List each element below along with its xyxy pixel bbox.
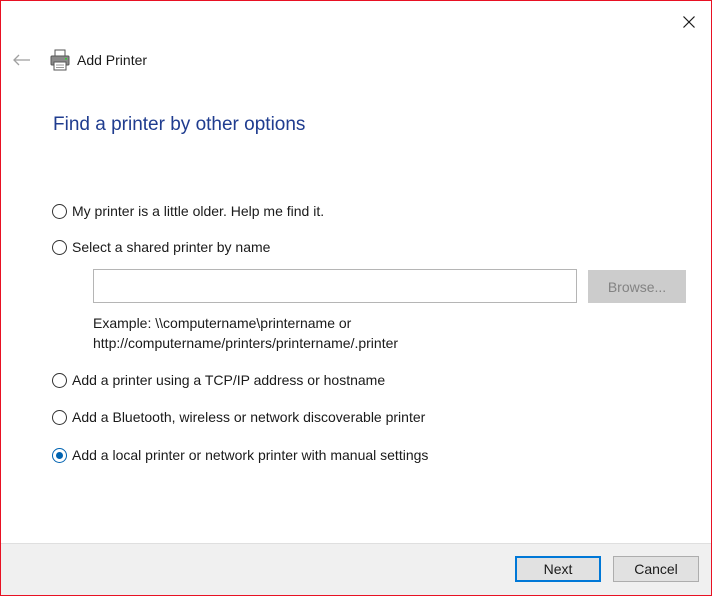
option-label: Add a Bluetooth, wireless or network dis… — [72, 409, 426, 425]
radio-older-printer[interactable] — [52, 203, 67, 219]
radio-tcpip[interactable] — [52, 372, 67, 388]
page-heading: Find a printer by other options — [53, 114, 306, 135]
radio-shared-printer[interactable] — [52, 239, 67, 255]
printer-icon — [50, 49, 70, 71]
footer-bar: Next Cancel — [1, 543, 711, 595]
shared-printer-name-input[interactable] — [93, 269, 577, 303]
add-printer-window: Add Printer Find a printer by other opti… — [0, 0, 712, 596]
example-text: Example: \\computername\printername or h… — [93, 313, 398, 353]
option-older-printer[interactable]: My printer is a little older. Help me fi… — [52, 201, 324, 221]
option-tcpip[interactable]: Add a printer using a TCP/IP address or … — [52, 370, 385, 390]
option-label: Select a shared printer by name — [72, 239, 271, 255]
option-bluetooth-wireless[interactable]: Add a Bluetooth, wireless or network dis… — [52, 407, 425, 427]
back-button[interactable] — [9, 49, 35, 71]
option-label: My printer is a little older. Help me fi… — [72, 203, 325, 219]
option-local-manual[interactable]: Add a local printer or network printer w… — [52, 445, 428, 465]
example-line-1: Example: \\computername\printername or — [93, 315, 352, 331]
next-button[interactable]: Next — [515, 556, 601, 582]
close-button[interactable] — [671, 7, 707, 37]
browse-button[interactable]: Browse... — [588, 270, 686, 303]
back-arrow-icon — [13, 54, 30, 66]
option-label: Add a local printer or network printer w… — [72, 447, 429, 463]
cancel-button[interactable]: Cancel — [613, 556, 699, 582]
window-title: Add Printer — [77, 52, 148, 68]
radio-bluetooth-wireless[interactable] — [52, 409, 67, 425]
option-label: Add a printer using a TCP/IP address or … — [72, 372, 386, 388]
close-icon — [683, 16, 695, 28]
example-line-2: http://computername/printers/printername… — [93, 335, 399, 351]
option-shared-printer[interactable]: Select a shared printer by name — [52, 237, 270, 257]
radio-local-manual[interactable] — [52, 447, 67, 463]
